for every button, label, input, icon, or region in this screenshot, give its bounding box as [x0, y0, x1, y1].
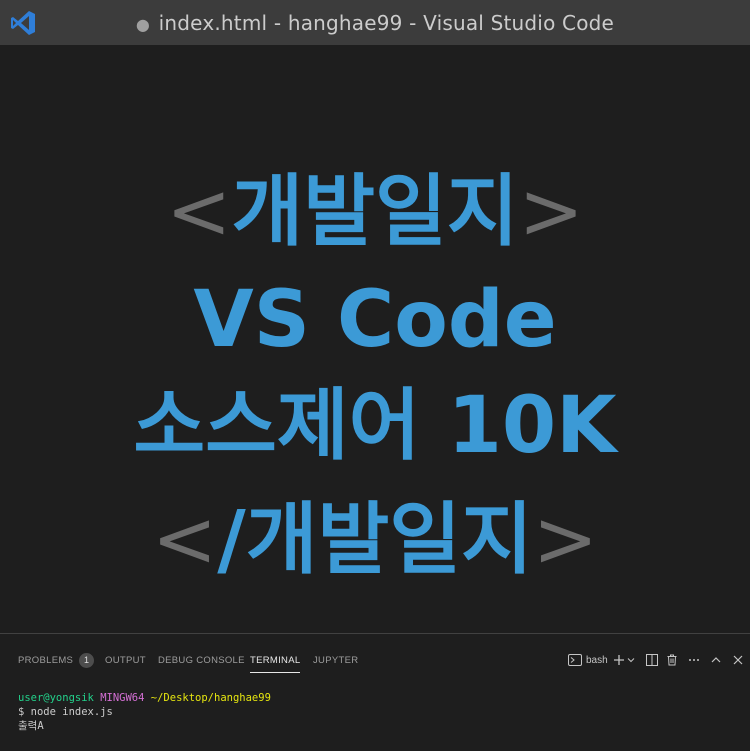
open-bracket: < [166, 167, 232, 257]
terminal-path: ~/Desktop/hanghae99 [150, 692, 271, 704]
tab-label: OUTPUT [105, 654, 146, 666]
close-bracket: > [518, 167, 584, 257]
window-title: ● index.html - hanghae99 - Visual Studio… [136, 11, 614, 35]
plus-icon [613, 654, 625, 666]
terminal-output-line: 출력A [18, 720, 44, 732]
kill-terminal-button[interactable] [666, 652, 678, 668]
title-bar: ● index.html - hanghae99 - Visual Studio… [0, 0, 750, 45]
editor-area[interactable]: <개발일지> VS Code 소스제어 10K </개발일지> [0, 45, 750, 633]
terminal-command-line: $ node index.js [18, 706, 113, 718]
headline-text-1: 개발일지 [231, 167, 519, 257]
bottom-panel: PROBLEMS 1 OUTPUT DEBUG CONSOLE TERMINAL… [0, 633, 750, 751]
terminal-user: user@yongsik [18, 692, 94, 704]
headline-line-3: 소스제어 10K [133, 381, 617, 471]
tab-terminal[interactable]: TERMINAL [250, 648, 301, 673]
close-bracket: > [532, 495, 599, 585]
chevron-down-icon [627, 656, 635, 664]
tab-label: JUPYTER [313, 654, 359, 666]
shell-label: bash [586, 654, 608, 666]
tab-output[interactable]: OUTPUT [105, 648, 146, 672]
terminal-dropdown-button[interactable] [627, 652, 635, 668]
headline-line-4: </개발일지> [0, 501, 750, 579]
terminal-output[interactable]: user@yongsik MINGW64 ~/Desktop/hanghae99… [18, 691, 271, 733]
panel-toolbar: bash [560, 648, 750, 672]
maximize-panel-button[interactable] [710, 652, 722, 668]
close-panel-button[interactable] [732, 652, 744, 668]
open-bracket: < [151, 495, 218, 585]
headline-line-1: <개발일지> [0, 173, 750, 251]
terminal-icon [568, 654, 582, 666]
close-icon [732, 654, 744, 666]
terminal-prompt-line: user@yongsik MINGW64 ~/Desktop/hanghae99 [18, 691, 271, 705]
vscode-logo-icon[interactable] [8, 8, 38, 38]
tab-debug-console[interactable]: DEBUG CONSOLE [158, 648, 245, 672]
unsaved-indicator: ● [135, 14, 151, 34]
problems-count-badge: 1 [79, 652, 95, 668]
new-terminal-button[interactable] [613, 652, 625, 668]
more-icon [688, 654, 700, 666]
chevron-up-icon [710, 654, 722, 666]
tab-jupyter[interactable]: JUPYTER [313, 648, 358, 672]
split-icon [646, 654, 658, 666]
tab-label: TERMINAL [250, 654, 301, 666]
tab-label: DEBUG CONSOLE [158, 654, 245, 666]
headline-line-2: VS Code [193, 275, 557, 365]
terminal-shell-selector[interactable]: bash [568, 652, 608, 668]
window-title-text: index.html - hanghae99 - Visual Studio C… [158, 10, 615, 35]
split-terminal-button[interactable] [646, 652, 658, 668]
terminal-system: MINGW64 [100, 692, 145, 704]
trash-icon [666, 654, 678, 666]
more-actions-button[interactable] [688, 652, 700, 668]
tab-problems[interactable]: PROBLEMS 1 [18, 648, 95, 672]
tab-label: PROBLEMS [18, 654, 74, 666]
headline-text-4: /개발일지 [217, 495, 533, 585]
